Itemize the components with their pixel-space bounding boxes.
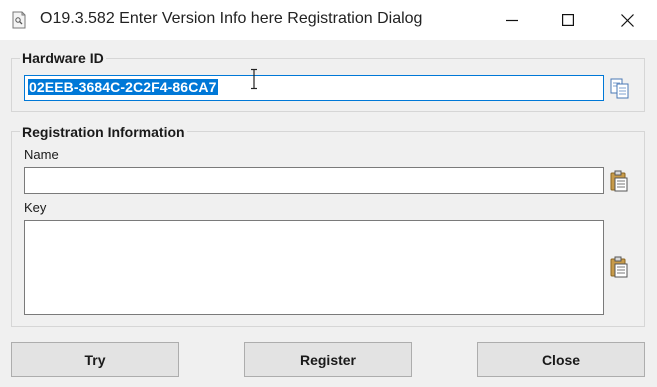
close-button[interactable]: Close	[477, 342, 645, 377]
hardware-id-field[interactable]: 02EEB-3684C-2C2F4-86CA7	[24, 75, 604, 101]
close-icon	[620, 13, 634, 27]
name-label: Name	[24, 147, 59, 162]
try-button[interactable]: Try	[11, 342, 179, 377]
name-field[interactable]	[24, 167, 604, 194]
maximize-button[interactable]	[541, 0, 595, 40]
hardware-id-value: 02EEB-3684C-2C2F4-86CA7	[28, 79, 218, 95]
window-close-button[interactable]	[600, 0, 654, 40]
app-icon	[12, 11, 26, 29]
paste-icon[interactable]	[609, 256, 629, 278]
register-button[interactable]: Register	[244, 342, 412, 377]
window-title: O19.3.582 Enter Version Info here Regist…	[40, 10, 423, 27]
key-label: Key	[24, 200, 47, 215]
hardware-id-group-title: Hardware ID	[20, 50, 106, 66]
copy-icon[interactable]	[610, 78, 630, 100]
title-bar: O19.3.582 Enter Version Info here Regist…	[0, 0, 657, 40]
maximize-icon	[562, 14, 574, 26]
registration-group-title: Registration Information	[20, 124, 187, 140]
key-field[interactable]	[24, 220, 604, 315]
minimize-icon	[506, 19, 518, 22]
minimize-button[interactable]	[485, 0, 539, 40]
text-cursor-icon	[251, 68, 257, 90]
paste-icon[interactable]	[609, 170, 629, 192]
